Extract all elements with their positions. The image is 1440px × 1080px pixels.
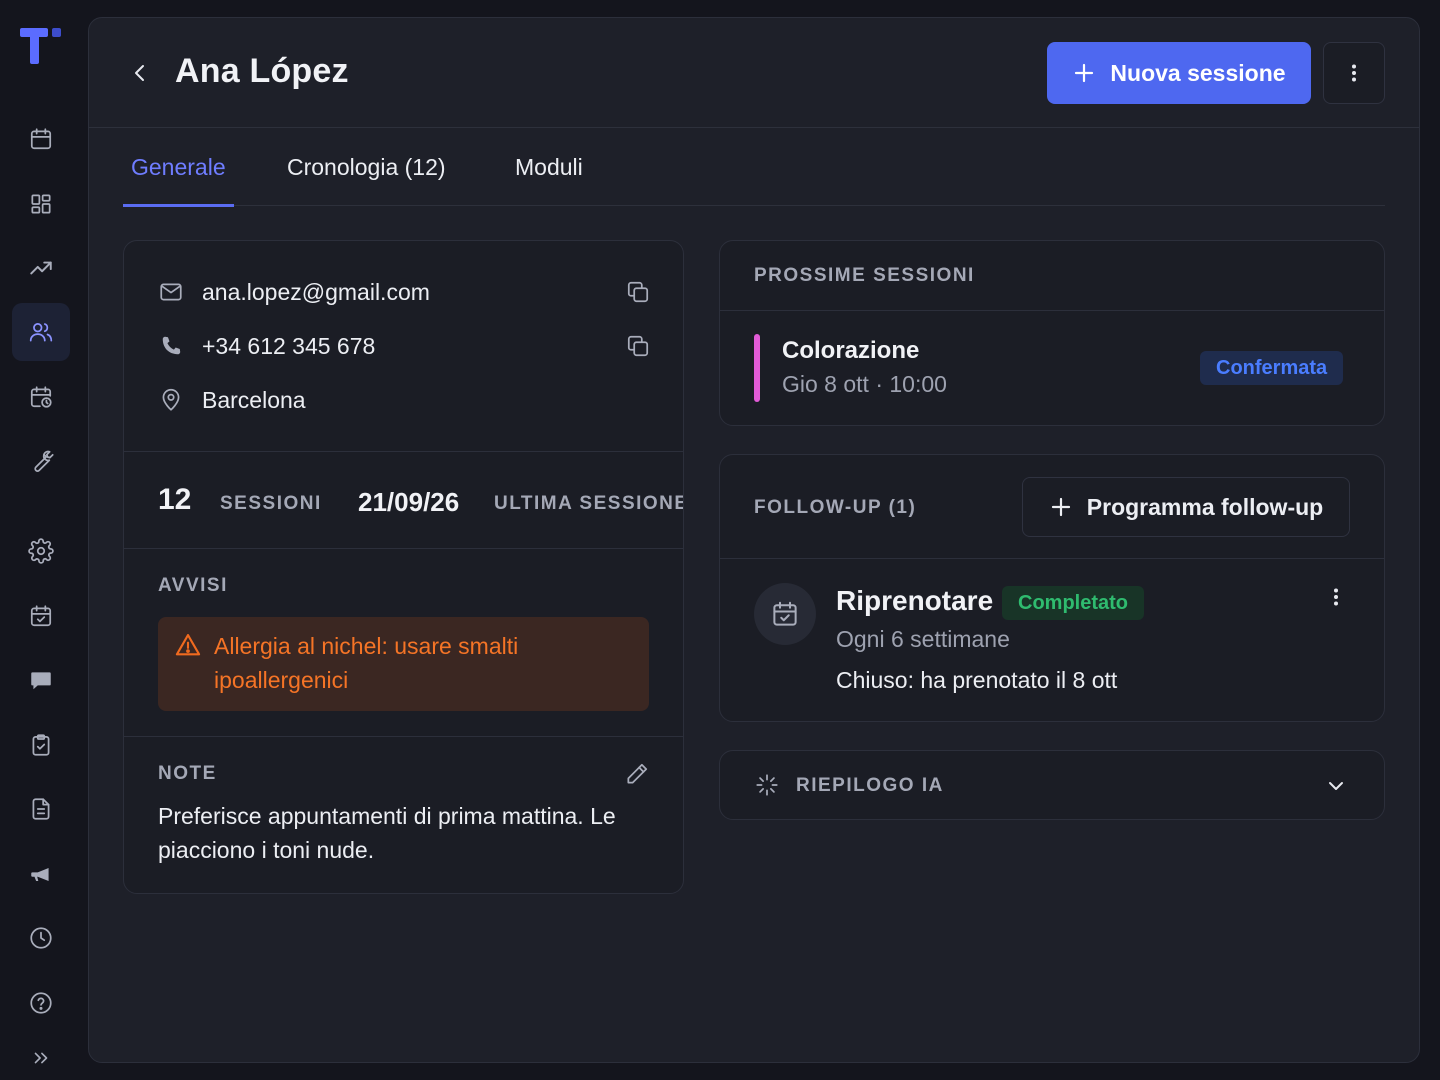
last-session-label: ULTIMA SESSIONE bbox=[494, 493, 684, 514]
followup-card: FOLLOW-UP (1) Programma follow-up Ripren… bbox=[719, 454, 1385, 722]
followup-avatar bbox=[754, 583, 816, 645]
clock-icon bbox=[30, 927, 52, 949]
sidebar-item-dashboard[interactable] bbox=[12, 175, 70, 233]
chevrons-right-icon bbox=[34, 1052, 48, 1064]
tab-cronologia[interactable]: Cronologia (12) bbox=[279, 128, 454, 206]
trending-up-icon bbox=[30, 261, 52, 275]
tab-moduli[interactable]: Moduli bbox=[507, 128, 591, 206]
location-row: Barcelona bbox=[158, 383, 306, 417]
sidebar-item-campaigns[interactable] bbox=[12, 845, 70, 903]
ai-summary-card[interactable]: RIEPILOGO IA bbox=[719, 750, 1385, 820]
sidebar-item-settings[interactable] bbox=[12, 522, 70, 580]
tab-generale[interactable]: Generale bbox=[123, 128, 234, 207]
completed-badge: Completato bbox=[1002, 586, 1144, 620]
sidebar bbox=[0, 0, 82, 1080]
document-icon bbox=[32, 798, 50, 820]
clipboard-check-icon bbox=[32, 734, 50, 756]
phone-row: +34 612 345 678 bbox=[158, 329, 375, 363]
sidebar-item-help[interactable] bbox=[12, 974, 70, 1032]
page-title: Ana López bbox=[175, 52, 349, 90]
copy-phone-icon[interactable] bbox=[625, 333, 651, 359]
divider bbox=[720, 558, 1384, 559]
new-session-button[interactable]: Nuova sessione bbox=[1047, 42, 1311, 104]
session-datetime: Gio 8 ott · 10:00 bbox=[782, 371, 947, 397]
gear-icon bbox=[28, 538, 54, 564]
sidebar-item-messages[interactable] bbox=[12, 651, 70, 709]
alerts-title: AVVISI bbox=[158, 575, 228, 596]
sidebar-item-history[interactable] bbox=[12, 909, 70, 967]
sidebar-item-schedule[interactable] bbox=[12, 368, 70, 426]
sidebar-item-tasks[interactable] bbox=[12, 716, 70, 774]
warning-icon bbox=[175, 634, 201, 656]
last-session-date: 21/09/26 bbox=[358, 487, 460, 517]
megaphone-icon bbox=[31, 868, 49, 882]
email-row: ana.lopez@gmail.com bbox=[158, 275, 430, 309]
followup-item-title: Riprenotare bbox=[836, 585, 994, 616]
email-value: ana.lopez@gmail.com bbox=[202, 278, 430, 305]
divider bbox=[124, 451, 683, 452]
chevron-left-icon bbox=[135, 65, 144, 81]
followup-frequency: Ogni 6 settimane bbox=[836, 626, 1010, 652]
sidebar-item-bookings[interactable] bbox=[12, 587, 70, 645]
help-icon bbox=[30, 992, 52, 1014]
sidebar-item-analytics[interactable] bbox=[12, 239, 70, 297]
phone-value: +34 612 345 678 bbox=[202, 332, 376, 359]
client-info-card: ana.lopez@gmail.com +34 612 345 678 Barc… bbox=[123, 240, 684, 894]
dashboard-icon bbox=[31, 194, 51, 214]
sidebar-item-calendar[interactable] bbox=[12, 110, 70, 168]
calendar-check-icon bbox=[773, 601, 797, 626]
more-vertical-icon bbox=[1334, 588, 1338, 606]
schedule-followup-label: Programma follow-up bbox=[1086, 493, 1324, 520]
sessions-label: SESSIONI bbox=[220, 493, 322, 514]
page-header: Ana López Nuova sessione bbox=[89, 18, 1419, 128]
plus-icon bbox=[1051, 497, 1070, 517]
divider bbox=[124, 548, 683, 549]
sidebar-item-clients[interactable] bbox=[12, 303, 70, 361]
followup-menu-button[interactable] bbox=[1324, 581, 1348, 613]
sessions-count: 12 bbox=[158, 483, 192, 516]
followup-title: FOLLOW-UP (1) bbox=[754, 497, 917, 518]
divider bbox=[124, 736, 683, 737]
sparkle-icon bbox=[756, 774, 778, 796]
calendar-clock-icon bbox=[30, 386, 52, 408]
map-pin-icon bbox=[162, 388, 180, 411]
wrench-icon bbox=[34, 450, 54, 472]
session-service[interactable]: Colorazione bbox=[782, 337, 919, 365]
alert-text: Allergia al nichel: usare smalti ipoalle… bbox=[214, 633, 519, 693]
mail-icon bbox=[160, 283, 182, 301]
sidebar-item-documents[interactable] bbox=[12, 780, 70, 838]
upcoming-title: PROSSIME SESSIONI bbox=[754, 265, 975, 286]
new-session-label: Nuova sessione bbox=[1110, 59, 1286, 86]
notes-title: NOTE bbox=[158, 763, 217, 784]
sidebar-item-tools[interactable] bbox=[12, 432, 70, 490]
sidebar-expand-button[interactable] bbox=[12, 1040, 70, 1076]
tabs: Generale Cronologia (12) Moduli bbox=[123, 128, 1385, 207]
users-icon bbox=[29, 323, 53, 342]
notes-text: Preferisce appuntamenti di prima mattina… bbox=[158, 803, 616, 863]
city-value: Barcelona bbox=[202, 386, 306, 413]
ai-summary-title: RIEPILOGO IA bbox=[796, 775, 944, 796]
status-badge: Confermata bbox=[1200, 351, 1344, 385]
client-detail-panel: Ana López Nuova sessione Generale Cronol… bbox=[88, 17, 1420, 1063]
followup-note: Chiuso: ha prenotato il 8 ott bbox=[836, 667, 1118, 693]
plus-icon bbox=[1075, 63, 1094, 83]
copy-email-icon[interactable] bbox=[625, 279, 651, 305]
chevron-down-icon bbox=[1329, 782, 1343, 790]
chat-icon bbox=[31, 672, 51, 690]
more-vertical-icon bbox=[1352, 64, 1356, 82]
calendar-check-icon bbox=[30, 605, 52, 627]
phone-icon bbox=[162, 336, 181, 355]
more-options-button[interactable] bbox=[1323, 42, 1385, 104]
session-color-bar bbox=[754, 334, 760, 402]
back-button[interactable] bbox=[125, 58, 155, 88]
app-logo[interactable] bbox=[20, 28, 64, 68]
divider bbox=[720, 310, 1384, 311]
calendar-icon bbox=[30, 128, 52, 150]
upcoming-sessions-card: PROSSIME SESSIONI Colorazione Gio 8 ott … bbox=[719, 240, 1385, 426]
allergy-alert: Allergia al nichel: usare smalti ipoalle… bbox=[158, 617, 649, 711]
edit-notes-icon[interactable] bbox=[624, 761, 650, 787]
app-root: Ana López Nuova sessione Generale Cronol… bbox=[0, 0, 1440, 1080]
schedule-followup-button[interactable]: Programma follow-up bbox=[1022, 477, 1350, 537]
